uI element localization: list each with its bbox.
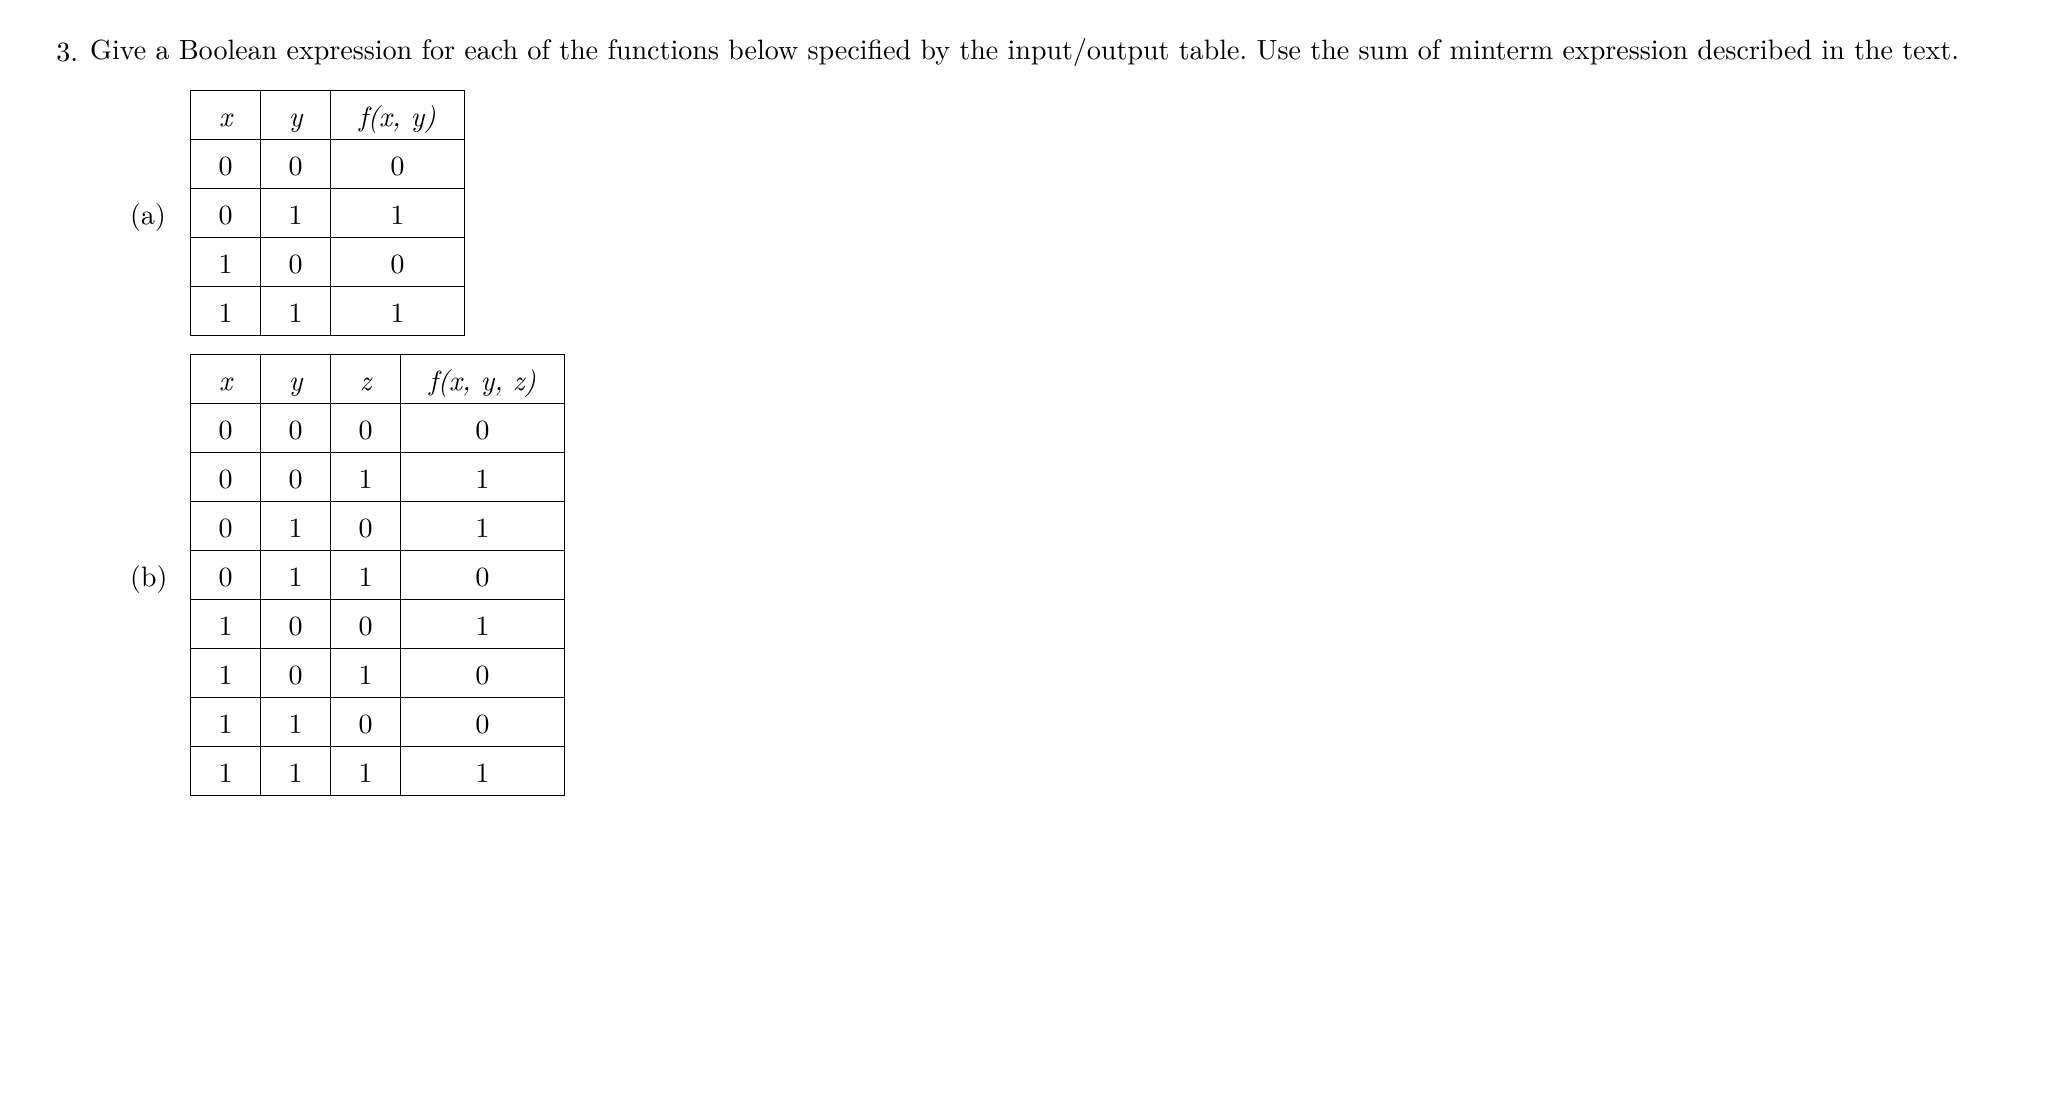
table-row: 0 1 1 xyxy=(191,189,465,238)
cell-f: 0 xyxy=(401,698,565,747)
cell-f: 0 xyxy=(401,404,565,453)
cell-y: 1 xyxy=(261,287,331,336)
table-row: 1 0 0 xyxy=(191,238,465,287)
cell-x: 1 xyxy=(191,698,261,747)
table-row: 0 0 0 0 xyxy=(191,404,565,453)
cell-y: 0 xyxy=(261,238,331,287)
cell-x: 1 xyxy=(191,649,261,698)
cell-y: 0 xyxy=(261,404,331,453)
table-row: 1 0 1 0 xyxy=(191,649,565,698)
cell-f: 1 xyxy=(331,287,465,336)
cell-z: 1 xyxy=(331,453,401,502)
cell-x: 0 xyxy=(191,189,261,238)
table-a: x y f(x, y) 0 0 0 0 1 1 1 0 xyxy=(190,90,465,336)
cell-z: 1 xyxy=(331,747,401,796)
part-b-label: (b) xyxy=(130,555,190,595)
cell-x: 1 xyxy=(191,287,261,336)
cell-f: 0 xyxy=(331,238,465,287)
cell-y: 1 xyxy=(261,189,331,238)
cell-x: 1 xyxy=(191,747,261,796)
cell-y: 0 xyxy=(261,600,331,649)
table-row: 1 0 0 1 xyxy=(191,600,565,649)
cell-x: 0 xyxy=(191,404,261,453)
question-number: 3. xyxy=(40,30,90,70)
question-parts: (a) x y f(x, y) 0 0 0 0 1 1 xyxy=(130,90,2006,796)
part-b: (b) x y z f(x, y, z) 0 0 0 0 0 xyxy=(130,354,2006,796)
cell-x: 0 xyxy=(191,551,261,600)
cell-z: 1 xyxy=(331,551,401,600)
table-row: 0 1 0 1 xyxy=(191,502,565,551)
table-b-header-x: x xyxy=(191,355,261,404)
cell-z: 0 xyxy=(331,698,401,747)
cell-y: 0 xyxy=(261,140,331,189)
cell-f: 1 xyxy=(331,189,465,238)
cell-y: 1 xyxy=(261,747,331,796)
question-text: Give a Boolean expression for each of th… xyxy=(90,30,2006,68)
cell-y: 0 xyxy=(261,649,331,698)
cell-y: 1 xyxy=(261,502,331,551)
cell-y: 1 xyxy=(261,698,331,747)
cell-f: 1 xyxy=(401,747,565,796)
cell-y: 0 xyxy=(261,453,331,502)
cell-z: 1 xyxy=(331,649,401,698)
table-b-header-y: y xyxy=(261,355,331,404)
table-row: 1 1 0 0 xyxy=(191,698,565,747)
table-row: 0 0 1 1 xyxy=(191,453,565,502)
cell-x: 0 xyxy=(191,140,261,189)
table-row: 1 1 1 xyxy=(191,287,465,336)
question-block: 3. Give a Boolean expression for each of… xyxy=(40,30,2006,70)
table-a-header-row: x y f(x, y) xyxy=(191,91,465,140)
cell-y: 1 xyxy=(261,551,331,600)
table-row: 0 0 0 xyxy=(191,140,465,189)
part-a: (a) x y f(x, y) 0 0 0 0 1 1 xyxy=(130,90,2006,336)
part-a-label: (a) xyxy=(130,193,190,233)
cell-f: 0 xyxy=(401,649,565,698)
cell-x: 1 xyxy=(191,600,261,649)
cell-f: 1 xyxy=(401,600,565,649)
table-a-header-f: f(x, y) xyxy=(331,91,465,140)
cell-x: 1 xyxy=(191,238,261,287)
cell-x: 0 xyxy=(191,453,261,502)
cell-f: 0 xyxy=(401,551,565,600)
table-b-header-z: z xyxy=(331,355,401,404)
cell-f: 0 xyxy=(331,140,465,189)
cell-f: 1 xyxy=(401,453,565,502)
cell-f: 1 xyxy=(401,502,565,551)
table-b-header-f: f(x, y, z) xyxy=(401,355,565,404)
cell-x: 0 xyxy=(191,502,261,551)
cell-z: 0 xyxy=(331,600,401,649)
cell-z: 0 xyxy=(331,404,401,453)
table-b: x y z f(x, y, z) 0 0 0 0 0 0 1 1 xyxy=(190,354,565,796)
table-a-header-y: y xyxy=(261,91,331,140)
table-a-header-x: x xyxy=(191,91,261,140)
cell-z: 0 xyxy=(331,502,401,551)
table-row: 1 1 1 1 xyxy=(191,747,565,796)
table-row: 0 1 1 0 xyxy=(191,551,565,600)
table-b-header-row: x y z f(x, y, z) xyxy=(191,355,565,404)
